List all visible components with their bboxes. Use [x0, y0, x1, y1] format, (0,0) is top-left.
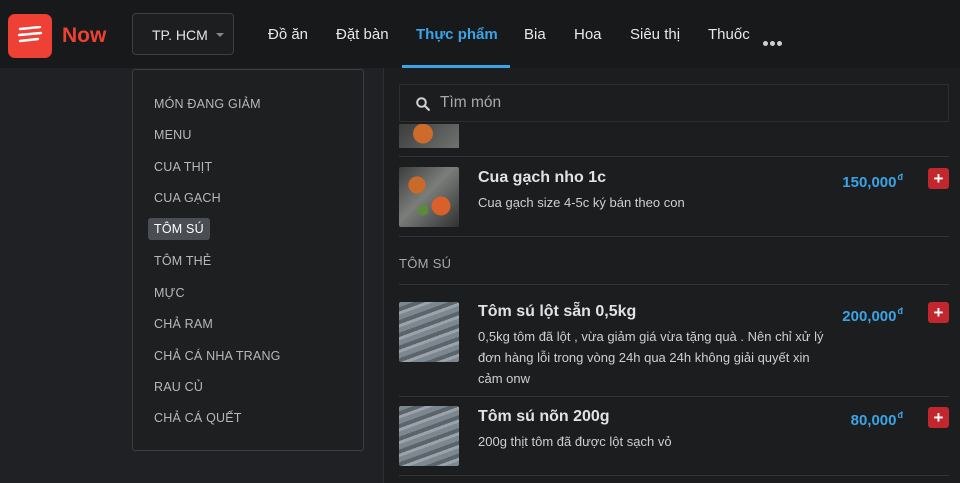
item-thumbnail[interactable] — [399, 302, 459, 362]
item-description: Cua gạch size 4-5c ký bán theo con — [478, 195, 685, 210]
divider — [399, 284, 949, 285]
nav-item-thuoc[interactable]: Thuốc — [708, 26, 750, 43]
item-thumbnail[interactable] — [399, 167, 459, 227]
brand-name[interactable]: Now — [62, 24, 106, 48]
item-thumbnail — [399, 124, 459, 148]
nav-item-do-an[interactable]: Đồ ăn — [268, 26, 308, 43]
section-title: TÔM SÚ — [399, 256, 452, 271]
category-muc[interactable]: MỰC — [154, 286, 185, 300]
category-tom-the[interactable]: TÔM THẺ — [154, 254, 211, 268]
caret-down-icon — [216, 33, 224, 37]
category-tom-su[interactable]: TÔM SÚ — [148, 218, 210, 240]
nav-item-sieu-thi[interactable]: Siêu thị — [630, 26, 680, 43]
add-to-cart-button[interactable]: + — [928, 302, 949, 323]
item-name[interactable]: Cua gạch nho 1c — [478, 169, 606, 187]
now-logo-icon[interactable] — [8, 14, 52, 58]
divider — [399, 156, 949, 157]
nav-item-hoa[interactable]: Hoa — [574, 26, 602, 43]
divider — [399, 236, 949, 237]
item-price: 150,000đ — [842, 172, 903, 191]
item-description: 0,5kg tôm đã lột , vừa giảm giá vừa tặng… — [478, 329, 824, 386]
search-icon — [416, 97, 430, 111]
item-name[interactable]: Tôm sú lột sẵn 0,5kg — [478, 303, 636, 321]
divider — [399, 396, 949, 397]
city-selector[interactable]: TP. HCM — [132, 13, 234, 55]
category-cha-ca-nha-trang[interactable]: CHẢ CÁ NHA TRANG — [154, 349, 281, 363]
item-description: 200g thịt tôm đã được lột sạch vỏ — [478, 434, 672, 449]
nav-item-dat-ban[interactable]: Đặt bàn — [336, 26, 389, 43]
search-input[interactable] — [440, 85, 930, 121]
category-cha-ram[interactable]: CHẢ RAM — [154, 317, 213, 331]
nav-item-bia[interactable]: Bia — [524, 26, 546, 43]
more-dots-icon[interactable] — [763, 33, 784, 51]
item-thumbnail[interactable] — [399, 406, 459, 466]
nav-item-thuc-pham[interactable]: Thực phẩm — [416, 26, 498, 43]
item-price: 80,000đ — [850, 410, 903, 429]
logo-stripes-icon — [17, 26, 43, 43]
city-selector-value: TP. HCM — [152, 27, 208, 43]
category-cua-thit[interactable]: CUA THỊT — [154, 160, 212, 174]
category-cha-ca-quet[interactable]: CHẢ CÁ QUẾT — [154, 411, 242, 425]
category-menu[interactable]: MENU — [154, 128, 192, 142]
item-price: 200,000đ — [842, 306, 903, 325]
category-menu: MÓN ĐANG GIẢM MENU CUA THỊT CUA GẠCH TÔM… — [132, 69, 364, 451]
category-cua-gach[interactable]: CUA GẠCH — [154, 191, 221, 205]
category-rau-cu[interactable]: RAU CỦ — [154, 380, 203, 394]
add-to-cart-button[interactable]: + — [928, 168, 949, 189]
item-name[interactable]: Tôm sú nõn 200g — [478, 408, 610, 426]
search-bar[interactable] — [399, 84, 949, 122]
category-mon-dang-giam[interactable]: MÓN ĐANG GIẢM — [154, 97, 261, 111]
divider — [399, 475, 949, 476]
add-to-cart-button[interactable]: + — [928, 407, 949, 428]
